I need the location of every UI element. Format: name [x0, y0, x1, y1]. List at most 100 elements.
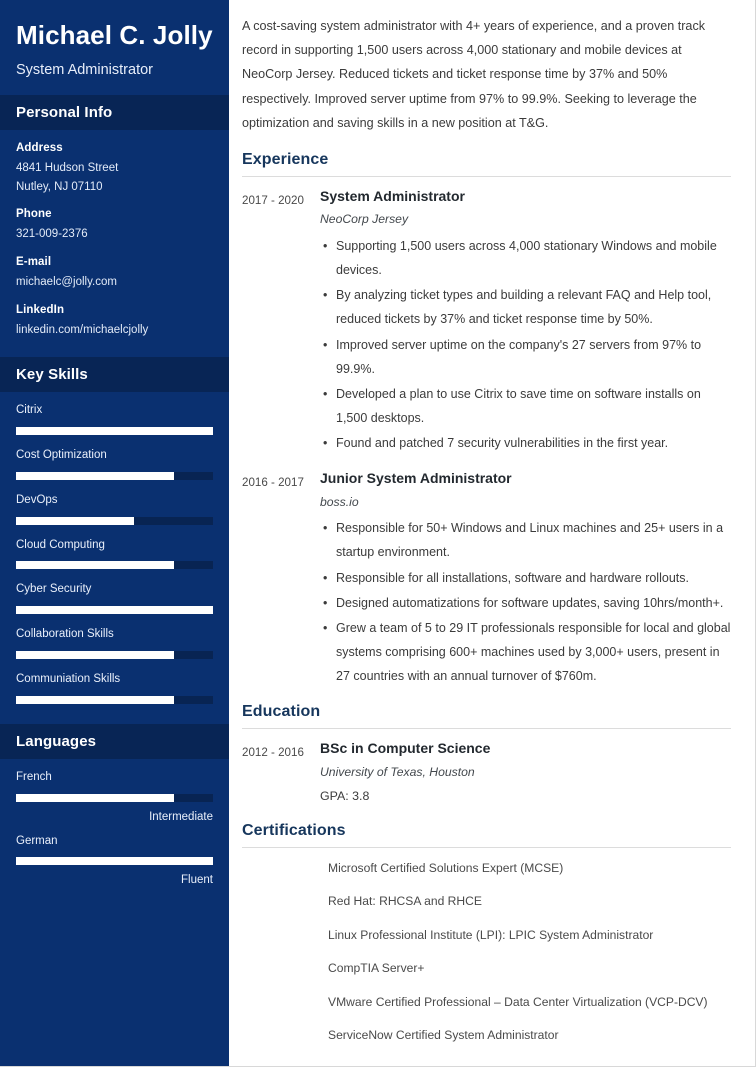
certification-item: ServiceNow Certified System Administrato…	[328, 1027, 559, 1042]
entry-organization: NeoCorp Jersey	[320, 212, 409, 227]
language-label: French	[16, 770, 52, 783]
timeline-entry: 2016 - 2017 Junior System Administrator bo…	[242, 470, 731, 689]
entry-body: System Administrator NeoCorp Jersey Suppor…	[320, 188, 731, 456]
section-title-education: Education	[242, 703, 321, 721]
language-row: French Intermediate	[16, 771, 213, 823]
skill-row: DevOps	[16, 494, 213, 525]
section-header-key-skills: Key Skills	[0, 357, 229, 393]
entry-dates: 2012 - 2016	[242, 746, 304, 760]
skill-label: Citrix	[16, 404, 43, 417]
certification-item: Red Hat: RHCSA and RHCE	[328, 894, 482, 909]
certification-item: Microsoft Certified Solutions Expert (MC…	[328, 861, 564, 876]
language-row: German Fluent	[16, 834, 213, 887]
contact-group: Phone 321-009-2376	[16, 208, 213, 244]
education-section: Education 2012 - 2016 BSc in Computer Sci…	[242, 703, 731, 808]
skill-bar-track	[16, 427, 213, 436]
skill-label: Cost Optimization	[16, 449, 107, 462]
timeline-entry: 2012 - 2016 BSc in Computer Science Univer…	[242, 740, 731, 808]
skill-bar-fill	[16, 606, 213, 615]
section-title-experience: Experience	[242, 150, 329, 168]
skill-row: Cost Optimization	[16, 449, 213, 480]
entry-title: Junior System Administrator	[320, 470, 512, 487]
entry-bullet: Designed automatizations for software up…	[320, 591, 731, 615]
entry-bullet: Found and patched 7 security vulnerabili…	[320, 431, 731, 455]
language-proficiency: Intermediate	[149, 810, 213, 823]
timeline-entry: 2017 - 2020 System Administrator NeoCorp J…	[242, 188, 731, 456]
certification-item: CompTIA Server+	[328, 961, 425, 976]
skill-bar-track	[16, 695, 213, 704]
professional-summary: A cost-saving system administrator with …	[242, 19, 706, 130]
entry-body: Junior System Administrator boss.io Respon…	[320, 470, 731, 689]
section-title-certifications: Certifications	[242, 822, 346, 840]
contact-label: Address	[16, 142, 63, 155]
entry-detail: GPA: 3.8	[320, 789, 370, 804]
language-label: German	[16, 834, 58, 847]
skill-label: Collaboration Skills	[16, 628, 114, 641]
education-entries: 2012 - 2016 BSc in Computer Science Univer…	[242, 740, 731, 808]
section-divider	[242, 175, 731, 177]
contact-label: E-mail	[16, 255, 52, 268]
skill-bar-track	[16, 606, 213, 615]
candidate-job-title: System Administrator	[16, 61, 153, 78]
entry-bullet: Supporting 1,500 users across 4,000 stat…	[320, 234, 731, 282]
skill-label: Cyber Security	[16, 583, 92, 596]
certification-item: Linux Professional Institute (LPI): LPIC…	[328, 927, 654, 942]
contact-group: E-mail michaelc@jolly.com	[16, 256, 213, 292]
entry-dates: 2016 - 2017	[242, 476, 304, 490]
contact-value[interactable]: linkedin.com/michaelcjolly	[16, 321, 213, 340]
contact-value[interactable]: 321-009-2376	[16, 225, 213, 244]
skill-bar-fill	[16, 561, 174, 570]
section-header-languages: Languages	[0, 723, 229, 759]
entry-bullet-list: Responsible for 50+ Windows and Linux ma…	[320, 516, 731, 688]
name-block: Michael C. Jolly System Administrator	[0, 0, 229, 95]
skill-bar-track	[16, 471, 213, 480]
entry-dates: 2017 - 2020	[242, 193, 304, 207]
entry-bullet-list: Supporting 1,500 users across 4,000 stat…	[320, 234, 731, 455]
contact-value[interactable]: michaelc@jolly.com	[16, 273, 213, 292]
entry-bullet: By analyzing ticket types and building a…	[320, 283, 731, 331]
contact-group: LinkedIn linkedin.com/michaelcjolly	[16, 304, 213, 340]
entry-bullet: Responsible for 50+ Windows and Linux ma…	[320, 516, 731, 564]
languages-body: French Intermediate German Fluent	[0, 759, 229, 905]
contact-label: Phone	[16, 208, 52, 221]
skill-row: Cyber Security	[16, 583, 213, 615]
skill-label: Cloud Computing	[16, 538, 105, 551]
key-skills-body: Citrix Cost Optimization DevOps Cloud Compu…	[0, 392, 229, 724]
entry-bullet: Developed a plan to use Citrix to save t…	[320, 382, 731, 430]
section-header-personal-info: Personal Info	[0, 95, 229, 131]
skill-bar-fill	[16, 651, 174, 660]
entry-organization: University of Texas, Houston	[320, 764, 475, 779]
skill-bar-track	[16, 561, 213, 570]
skill-bar-track	[16, 516, 213, 525]
skill-row: Cloud Computing	[16, 539, 213, 570]
entry-title: BSc in Computer Science	[320, 740, 491, 757]
section-divider	[242, 728, 731, 730]
certification-list: Microsoft Certified Solutions Expert (MC…	[242, 859, 731, 1045]
skill-bar-fill	[16, 471, 174, 480]
contact-group: Address 4841 Hudson Street Nutley, NJ 0711…	[16, 142, 213, 196]
entry-bullet: Grew a team of 5 to 29 IT professionals …	[320, 616, 731, 688]
candidate-name: Michael C. Jolly	[16, 20, 213, 50]
personal-info-body: Address 4841 Hudson Street Nutley, NJ 0711…	[0, 130, 229, 357]
section-divider	[242, 847, 731, 849]
language-proficiency: Fluent	[181, 874, 213, 887]
skill-label: Communiation Skills	[16, 673, 121, 686]
language-bar-fill	[16, 857, 213, 866]
main-content: A cost-saving system administrator with …	[229, 0, 755, 1066]
language-bar-track	[16, 857, 213, 866]
skill-row: Communiation Skills	[16, 673, 213, 704]
entry-body: BSc in Computer Science University of Tex…	[320, 740, 731, 808]
entry-bullet: Improved server uptime on the company's …	[320, 333, 731, 381]
contact-label: LinkedIn	[16, 303, 65, 316]
sidebar: Michael C. Jolly System Administrator Pe…	[0, 0, 229, 1066]
skill-row: Citrix	[16, 404, 213, 436]
language-bar-track	[16, 793, 213, 802]
skill-label: DevOps	[16, 493, 58, 506]
certification-item: VMware Certified Professional – Data Cen…	[328, 994, 708, 1009]
entry-bullet: Responsible for all installations, softw…	[320, 566, 731, 590]
contact-value[interactable]: 4841 Hudson Street Nutley, NJ 07110	[16, 159, 213, 196]
experience-section: Experience 2017 - 2020 System Administrat…	[242, 151, 731, 689]
experience-entries: 2017 - 2020 System Administrator NeoCorp J…	[242, 188, 731, 689]
entry-title: System Administrator	[320, 187, 465, 204]
skill-row: Collaboration Skills	[16, 628, 213, 660]
